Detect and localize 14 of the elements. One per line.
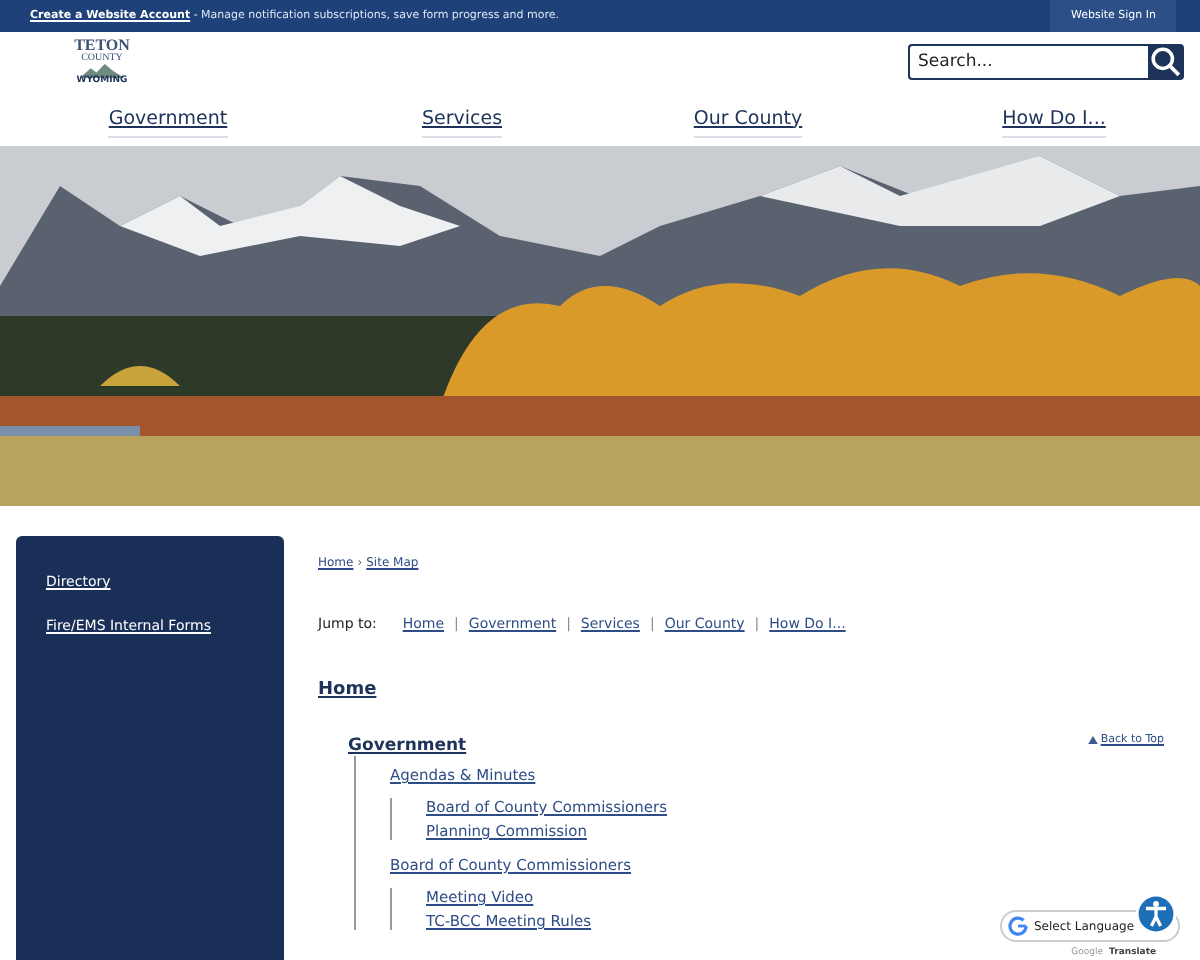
nav-link[interactable]: Our County: [693, 101, 803, 137]
nav-link[interactable]: Government: [108, 101, 228, 137]
search-button[interactable]: [1148, 44, 1184, 80]
accessibility-icon: [1134, 892, 1178, 936]
search-field[interactable]: Search...: [908, 44, 1148, 80]
logo-text: TETON: [74, 37, 130, 54]
g-icon: [1008, 916, 1028, 936]
accessibility-button[interactable]: [1134, 892, 1178, 936]
search-icon: [1150, 46, 1182, 78]
nav-link[interactable]: Services: [421, 101, 503, 137]
home-link[interactable]: Home: [318, 680, 377, 700]
section-link[interactable]: Government: [348, 736, 467, 756]
nav-link[interactable]: How Do I...: [1002, 101, 1106, 137]
triangle-icon: [1088, 736, 1099, 744]
